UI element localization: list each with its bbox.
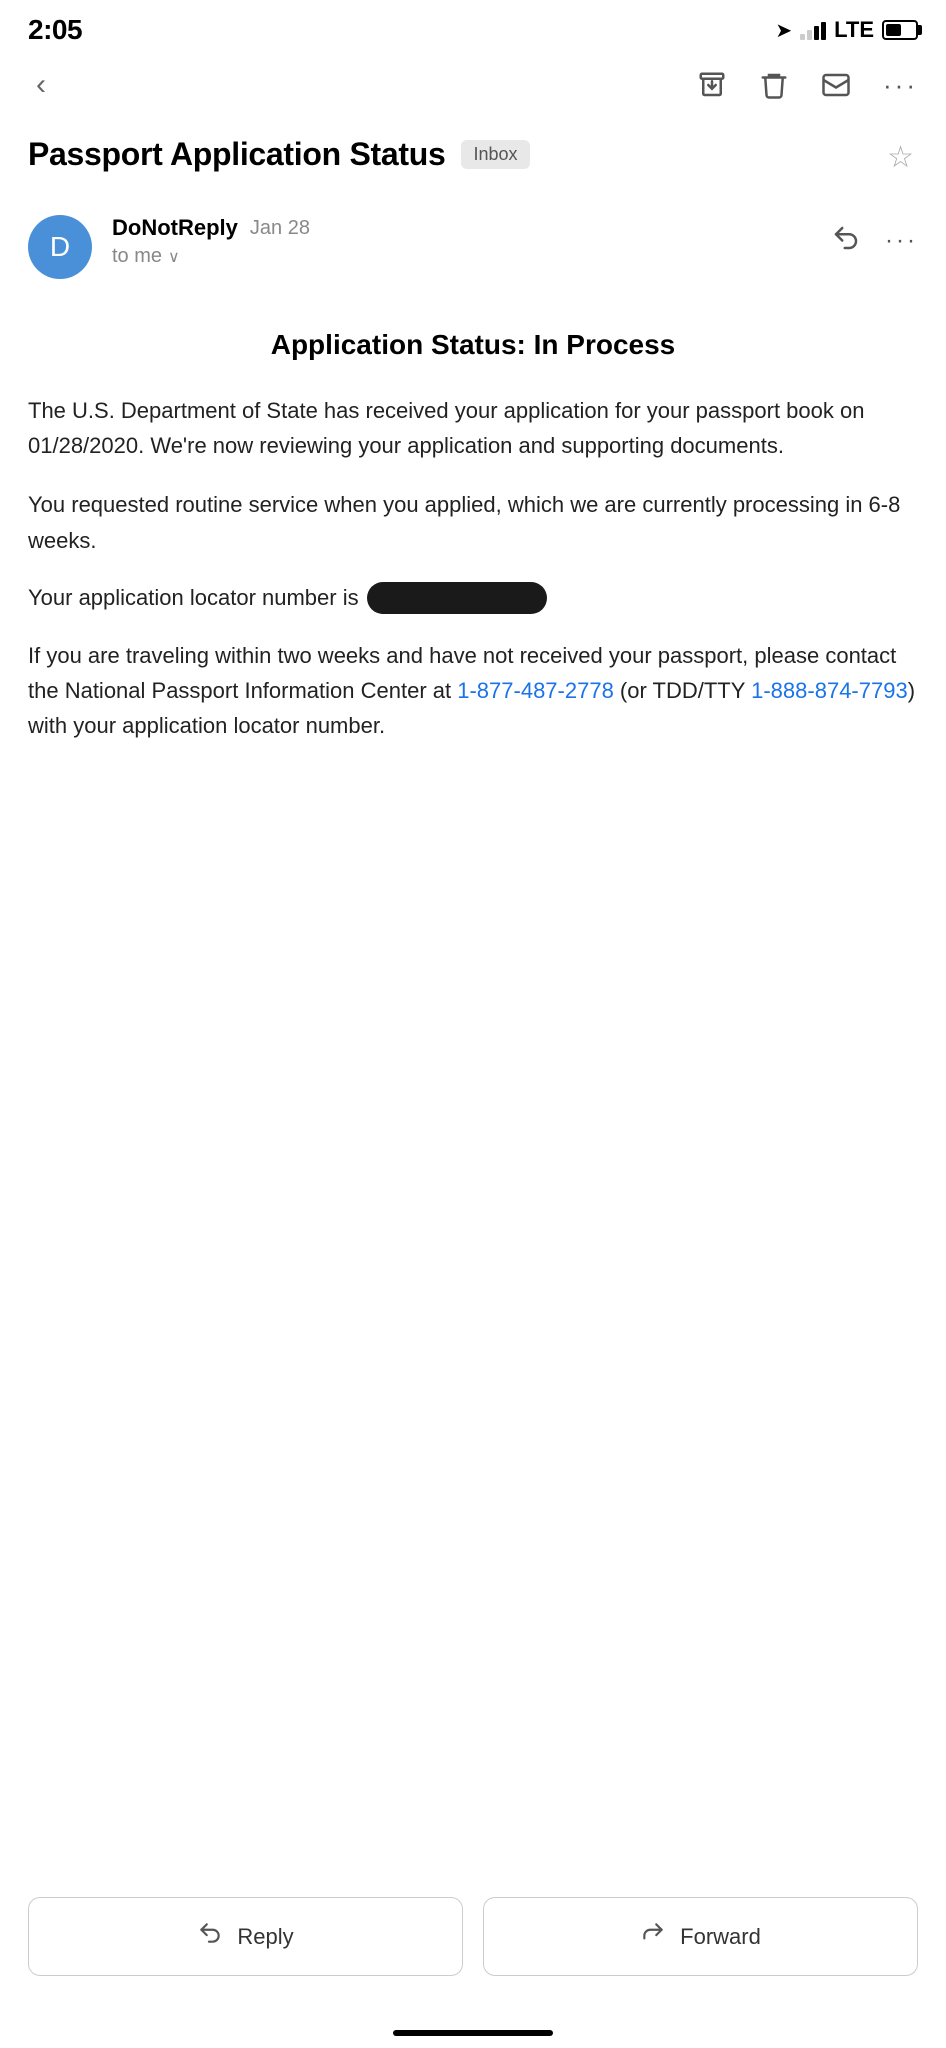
email-body: Application Status: In Process The U.S. … (0, 299, 946, 787)
bottom-actions: Reply Forward (0, 1885, 946, 1988)
toolbar-actions: ··· (697, 70, 918, 101)
delete-icon[interactable] (759, 70, 789, 100)
sender-avatar: D (28, 215, 92, 279)
battery-icon (882, 20, 918, 40)
sender-actions: ··· (831, 223, 918, 258)
p3-middle: (or TDD/TTY (614, 678, 751, 703)
email-paragraph-2: You requested routine service when you a… (28, 487, 918, 557)
sender-area: D DoNotReply Jan 28 to me ∨ ··· (0, 199, 946, 299)
email-locator-line: Your application locator number is (28, 582, 918, 614)
more-icon[interactable]: ··· (883, 70, 918, 101)
email-paragraph-1: The U.S. Department of State has receive… (28, 393, 918, 463)
email-header: Passport Application Status Inbox ☆ (0, 126, 946, 199)
reply-label: Reply (237, 1924, 293, 1950)
reply-arrow-icon (197, 1920, 223, 1953)
status-bar: 2:05 ➤ LTE (0, 0, 946, 54)
sender-to-label: to me (112, 245, 162, 268)
forward-label: Forward (680, 1924, 761, 1950)
reply-button[interactable]: Reply (28, 1897, 463, 1976)
star-icon[interactable]: ☆ (883, 136, 918, 179)
sender-name-row: DoNotReply Jan 28 (112, 215, 811, 241)
inbox-badge: Inbox (461, 140, 529, 169)
status-icons: ➤ LTE (775, 17, 918, 43)
email-heading: Application Status: In Process (28, 329, 918, 361)
signal-bars-icon (800, 20, 826, 40)
phone-link-1[interactable]: 1-877-487-2778 (457, 678, 614, 703)
forward-button[interactable]: Forward (483, 1897, 918, 1976)
chevron-down-icon: ∨ (168, 247, 180, 267)
email-title-area: Passport Application Status Inbox (28, 136, 883, 173)
forward-arrow-icon (640, 1920, 666, 1953)
email-subject: Passport Application Status (28, 136, 445, 173)
email-paragraph-3: If you are traveling within two weeks an… (28, 638, 918, 744)
archive-icon[interactable] (697, 70, 727, 100)
more-options-icon[interactable]: ··· (885, 227, 918, 255)
home-indicator (393, 2030, 553, 2036)
sender-date: Jan 28 (250, 217, 310, 240)
status-time: 2:05 (28, 14, 82, 46)
lte-badge: LTE (834, 17, 874, 43)
sender-to[interactable]: to me ∨ (112, 245, 811, 268)
locator-prefix: Your application locator number is (28, 585, 359, 611)
redacted-locator (367, 582, 547, 614)
phone-link-2[interactable]: 1-888-874-7793 (751, 678, 908, 703)
sender-info: DoNotReply Jan 28 to me ∨ (112, 215, 811, 268)
back-button[interactable]: ‹ (28, 64, 54, 106)
location-arrow-icon: ➤ (775, 18, 792, 43)
mail-icon[interactable] (821, 70, 851, 100)
reply-button-icon[interactable] (831, 223, 861, 258)
sender-name: DoNotReply (112, 215, 238, 241)
email-toolbar: ‹ ··· (0, 54, 946, 116)
